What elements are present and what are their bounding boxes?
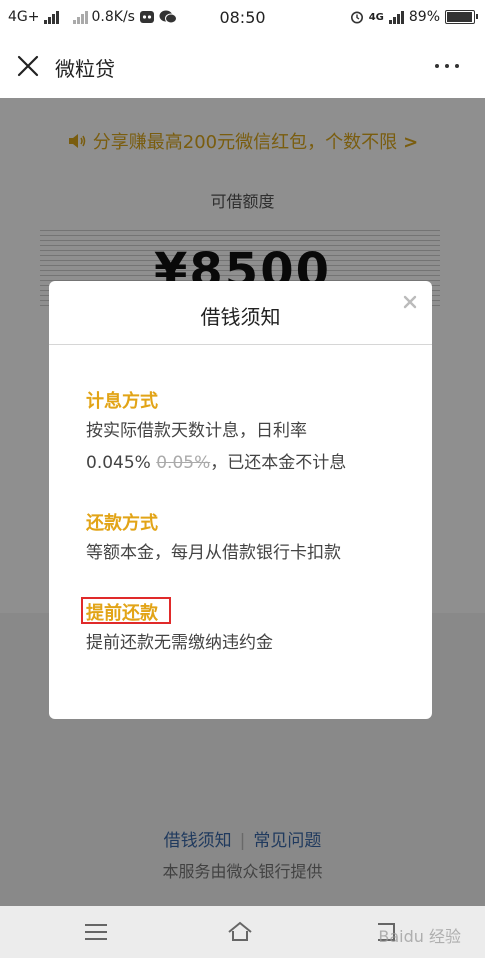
section-text-interest: 按实际借款天数计息，日利率 0.045% 0.05%，已还本金不计息 [86,415,346,479]
menu-icon[interactable] [82,918,110,946]
home-icon[interactable] [226,918,254,946]
page-title: 微粒贷 [55,57,115,81]
borrow-notice-modal: 借钱须知 计息方式 按实际借款天数计息，日利率 0.045% 0.05%，已还本… [49,281,432,719]
interest-line-2-tail: ，已还本金不计息 [210,453,347,473]
section-text-repayment: 等额本金，每月从借款银行卡扣款 [86,543,341,563]
close-icon[interactable] [14,52,42,80]
signal-icon-right [388,10,404,24]
status-bar: 4G+ 0.8K/s 08:50 4G 89% [0,0,485,36]
alarm-icon [350,11,363,24]
modal-title: 借钱须知 [200,305,281,329]
more-icon[interactable] [435,64,459,68]
section-text-prepayment: 提前还款无需缴纳违约金 [86,633,273,653]
nav-bar: 微粒贷 [0,36,485,98]
section-title-repayment: 还款方式 [86,513,158,534]
modal-close-icon[interactable] [402,294,418,310]
battery-percent: 89% [408,9,440,25]
watermark: Baidu 经验 [378,927,461,946]
interest-line-1: 按实际借款天数计息，日利率 [86,421,307,441]
modal-divider [49,344,432,345]
section-title-interest: 计息方式 [86,391,158,412]
highlight-box [81,597,171,624]
signal-type: 4G [368,11,384,23]
interest-rate: 0.045% [86,453,151,473]
interest-line-2: 0.045% 0.05%，已还本金不计息 [86,447,346,479]
system-nav-bar: Baidu 经验 [0,906,485,958]
status-right: 4G 89% [350,9,478,25]
old-interest-rate: 0.05% [156,453,211,473]
battery-icon [445,10,478,24]
